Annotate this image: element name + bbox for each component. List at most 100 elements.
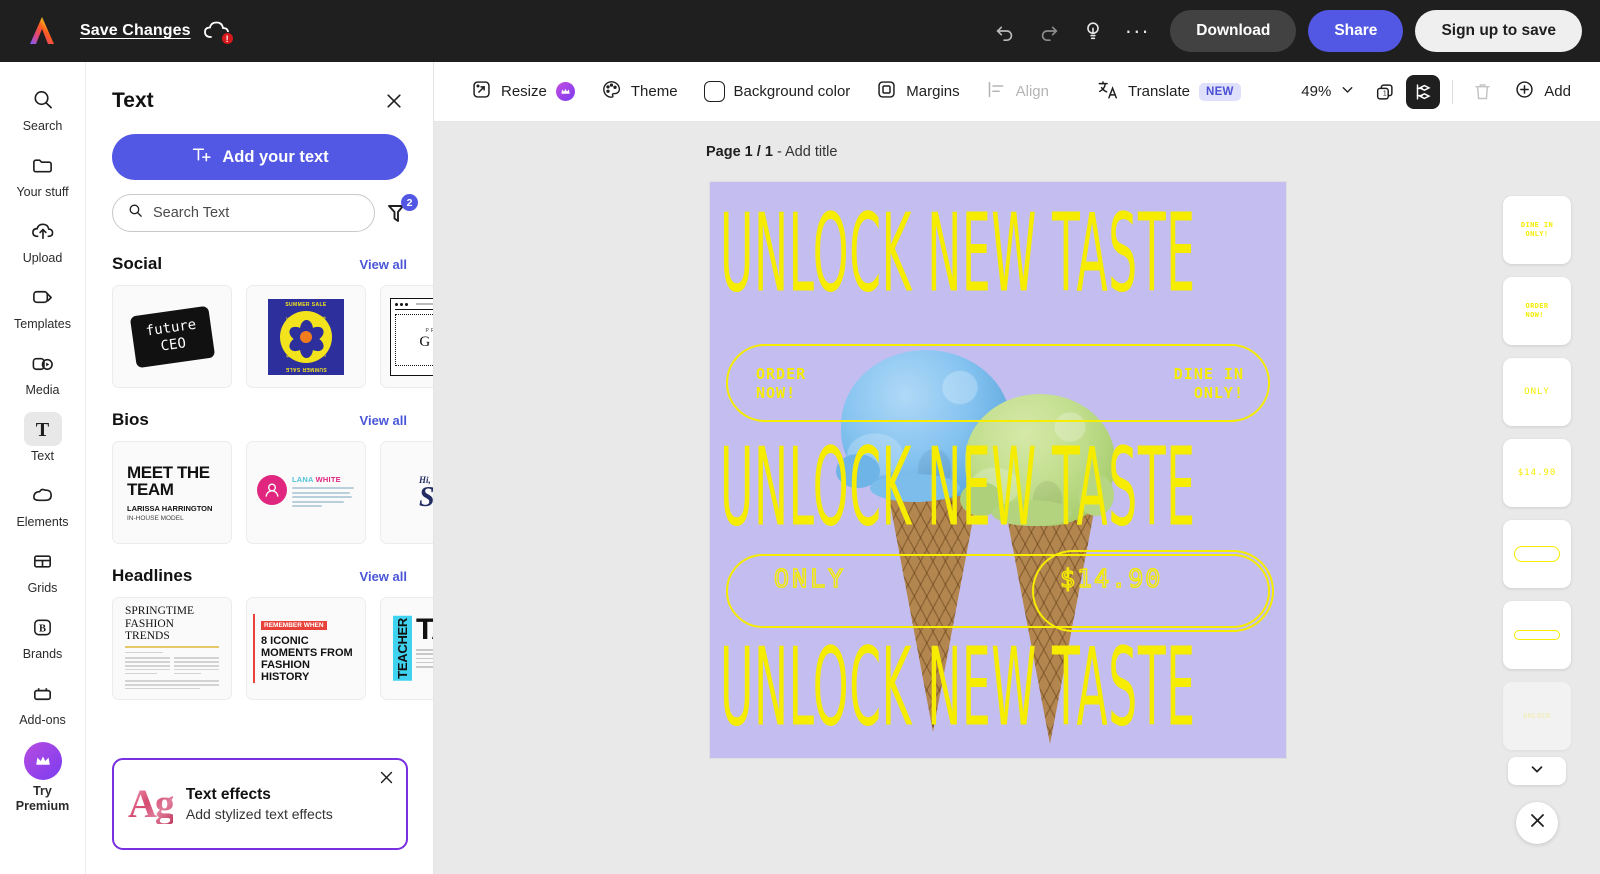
lightbulb-icon[interactable]: [1074, 12, 1112, 50]
thumb-line1: SPRINGTIME: [125, 605, 195, 618]
layers-panel-close-button[interactable]: [1516, 802, 1558, 844]
template-thumbnail[interactable]: LANA WHITE: [246, 441, 366, 544]
layer-card-price[interactable]: $14.90: [1503, 439, 1571, 507]
zoom-control[interactable]: 49%: [1293, 75, 1364, 108]
thumb-art: Hi, I'm Sky: [419, 475, 433, 512]
sidebar-item-search[interactable]: Search: [6, 76, 80, 138]
sidebar-item-your-stuff[interactable]: Your stuff: [6, 142, 80, 204]
thumb-headline: 8 ICONIC MOMENTS FROM FASHION HISTORY: [261, 635, 353, 683]
thumb-vertical-text: TEACHER: [393, 616, 412, 681]
thumb-text: GET: [419, 334, 434, 350]
background-color-button[interactable]: Background color: [693, 74, 862, 109]
panel-header: Text: [86, 62, 433, 114]
template-thumbnail[interactable]: MEET THE TEAM LARISSA HARRINGTON IN-HOUS…: [112, 441, 232, 544]
save-changes-link[interactable]: Save Changes: [80, 22, 191, 40]
layer-card-order-now[interactable]: ORDER NOW!: [1503, 277, 1571, 345]
layer-card-faded[interactable]: UNLOCK: [1503, 682, 1571, 750]
thumbnail-row: SPRINGTIME FASHION TRENDS REMEMBER WHEN …: [112, 597, 433, 700]
brands-icon: B: [24, 610, 62, 644]
search-input[interactable]: [153, 205, 360, 221]
color-swatch-icon: [703, 81, 725, 102]
template-thumbnail[interactable]: future CEO: [112, 285, 232, 388]
thumb-art: REMEMBER WHEN 8 ICONIC MOMENTS FROM FASH…: [253, 614, 359, 683]
canvas-toolbar: Resize Theme Background color Margins Al…: [434, 62, 1600, 122]
headline-text-bottom[interactable]: UNLOCK NEW TASTE: [720, 633, 1286, 742]
headline-text-middle[interactable]: UNLOCK NEW TASTE: [720, 433, 1286, 542]
template-thumbnail[interactable]: REMEMBER WHEN 8 ICONIC MOMENTS FROM FASH…: [246, 597, 366, 700]
view-all-social[interactable]: View all: [360, 257, 407, 272]
pages-button[interactable]: 1: [1368, 75, 1402, 109]
theme-button[interactable]: Theme: [590, 72, 689, 111]
layers-panel: DINE IN ONLY! ORDER NOW! ONLY $14.90 UNL…: [1474, 182, 1600, 874]
order-now-text[interactable]: ORDER NOW!: [756, 365, 806, 403]
thumbnail-row: MEET THE TEAM LARISSA HARRINGTON IN-HOUS…: [112, 441, 433, 544]
translate-button[interactable]: Translate NEW: [1086, 72, 1252, 112]
close-icon[interactable]: [378, 769, 395, 791]
layers-panel-toggle[interactable]: [1406, 74, 1441, 109]
thumb-line1: MEET THE: [127, 462, 210, 482]
add-text-icon: [191, 144, 212, 170]
sidebar-label: Your stuff: [16, 185, 69, 199]
headline-text-top[interactable]: UNLOCK NEW TASTE: [720, 199, 1286, 308]
template-thumbnail[interactable]: Hi, I'm Sky: [380, 441, 433, 544]
sidebar-item-try-premium[interactable]: Try Premium: [6, 736, 80, 818]
adobe-express-logo-icon[interactable]: [22, 11, 62, 51]
folder-icon: [24, 148, 62, 182]
cloud-alert-icon[interactable]: !: [203, 19, 234, 45]
thumb-line2: FASHION TRENDS: [125, 617, 174, 643]
view-all-headlines[interactable]: View all: [360, 569, 407, 584]
align-button[interactable]: Align: [975, 72, 1060, 111]
sidebar-item-add-ons[interactable]: Add-ons: [6, 670, 80, 732]
layer-card-pill-shape[interactable]: [1503, 520, 1571, 588]
sidebar-item-brands[interactable]: B Brands: [6, 604, 80, 666]
thumb-art: LANA WHITE: [253, 475, 359, 510]
template-thumbnail[interactable]: TEACHER TA: [380, 597, 433, 700]
template-thumbnail[interactable]: SUMMER SALE SUMMER SALE SUMMER SALE SUMM…: [246, 285, 366, 388]
sidebar-item-grids[interactable]: Grids: [6, 538, 80, 600]
sidebar-item-upload[interactable]: Upload: [6, 208, 80, 270]
only-text[interactable]: ONLY: [773, 565, 846, 591]
sidebar-item-templates[interactable]: Templates: [6, 274, 80, 336]
page-title-label[interactable]: Page 1 / 1 - Add title: [706, 144, 837, 160]
view-all-bios[interactable]: View all: [360, 413, 407, 428]
text-panel: Text Add your text Search Text 2 Social …: [86, 62, 434, 874]
addons-icon: [24, 676, 62, 710]
promo-subtitle: Add stylized text effects: [185, 806, 333, 822]
template-thumbnail[interactable]: SPRINGTIME FASHION TRENDS: [112, 597, 232, 700]
layer-card-dine-in[interactable]: DINE IN ONLY!: [1503, 196, 1571, 264]
undo-icon[interactable]: [986, 12, 1024, 50]
add-your-text-button[interactable]: Add your text: [112, 134, 408, 180]
search-input-wrapper[interactable]: [112, 194, 375, 232]
margins-button[interactable]: Margins: [865, 72, 970, 111]
svg-text:T: T: [36, 419, 50, 441]
price-text[interactable]: $14.90: [1059, 565, 1162, 591]
resize-button[interactable]: Resize: [460, 72, 586, 111]
templates-icon: [24, 280, 62, 314]
sidebar-item-media[interactable]: Media: [6, 340, 80, 402]
page-add-title[interactable]: - Add title: [777, 144, 837, 160]
sidebar-label: Add-ons: [19, 713, 66, 727]
sidebar-item-text[interactable]: T Text: [6, 406, 80, 468]
filter-icon[interactable]: 2: [385, 194, 418, 228]
layer-preview-text: DINE IN ONLY!: [1520, 221, 1554, 238]
redo-icon[interactable]: [1030, 12, 1068, 50]
dine-in-only-text[interactable]: DINE IN ONLY!: [1174, 365, 1244, 403]
more-options-icon[interactable]: ···: [1118, 12, 1156, 50]
template-thumbnail[interactable]: PROMO GET: [380, 285, 434, 388]
layer-card-only[interactable]: ONLY: [1503, 358, 1571, 426]
close-icon[interactable]: [381, 88, 407, 114]
sidebar-item-elements[interactable]: Elements: [6, 472, 80, 534]
design-artboard[interactable]: UNLOCK NEW TASTE ORDER NOW! DINE IN ONLY…: [710, 182, 1286, 758]
crown-icon: [555, 82, 575, 101]
align-icon: [986, 79, 1007, 104]
layers-show-more-button[interactable]: [1508, 757, 1566, 785]
layer-card-thin-pill-shape[interactable]: [1503, 601, 1571, 669]
resize-icon: [471, 79, 492, 104]
share-button[interactable]: Share: [1308, 10, 1404, 52]
signup-to-save-button[interactable]: Sign up to save: [1415, 10, 1582, 52]
layer-preview-text: $14.90: [1517, 467, 1557, 478]
text-effects-promo-card[interactable]: Ag Text effects Add stylized text effect…: [112, 758, 408, 850]
download-button[interactable]: Download: [1170, 10, 1297, 52]
add-button[interactable]: Add: [1503, 72, 1582, 111]
delete-button[interactable]: [1465, 75, 1499, 109]
